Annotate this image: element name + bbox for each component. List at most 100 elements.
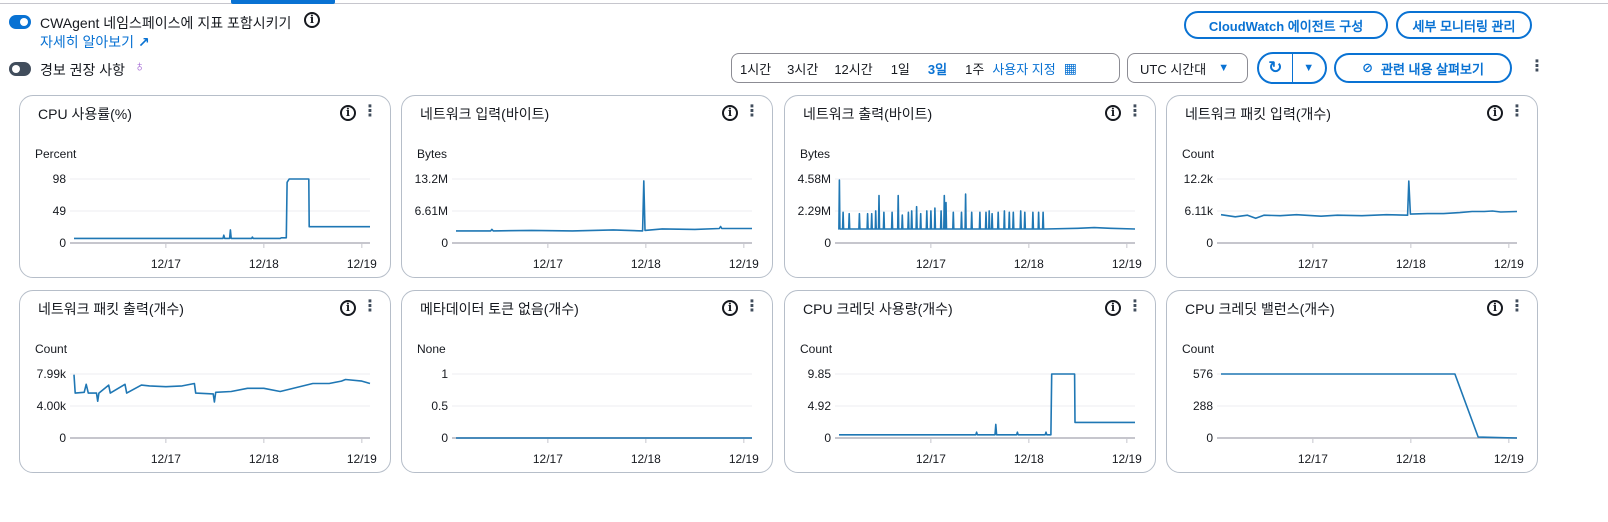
refresh-control: ↻ ▼: [1257, 52, 1327, 84]
range-1h[interactable]: 1시간: [740, 59, 771, 78]
cloudwatch-agent-config-button[interactable]: CloudWatch 에이전트 구성: [1184, 11, 1388, 39]
timezone-dropdown[interactable]: UTC 시간대 ▼: [1127, 53, 1248, 83]
x-tick-label: 12/18: [631, 452, 661, 466]
chart: 0 288 576 12/17 12/18 12/19: [1193, 367, 1524, 466]
x-tick-label: 12/19: [347, 452, 377, 466]
chart: 0 0.5 1 12/17 12/18 12/19: [431, 367, 759, 466]
y-tick-label: 0: [824, 236, 831, 250]
explore-related-button[interactable]: ⊘ 관련 내용 살펴보기: [1334, 53, 1512, 83]
y-tick-label: 4.92: [808, 399, 832, 413]
range-3d[interactable]: 3일: [928, 59, 947, 78]
caret-down-icon: ▼: [1303, 62, 1315, 74]
x-tick-label: 12/18: [249, 452, 279, 466]
x-tick-label: 12/17: [533, 257, 563, 271]
range-1d[interactable]: 1일: [891, 59, 910, 78]
x-tick-label: 12/19: [729, 257, 759, 271]
x-tick-label: 12/19: [347, 257, 377, 271]
series-line: [73, 374, 371, 403]
metric-widget: CPU 사용률(%) i ⋮ Percent 0 49 98 12/17 12/18 12/…: [19, 95, 391, 278]
alarm-recommendations-toggle[interactable]: [9, 62, 31, 76]
series-line: [838, 179, 1136, 230]
x-tick-label: 12/17: [533, 452, 563, 466]
y-tick-label: 0: [824, 431, 831, 445]
range-1w[interactable]: 1주: [965, 59, 984, 78]
x-tick-label: 12/18: [1014, 452, 1044, 466]
refresh-options-button[interactable]: ▼: [1293, 54, 1326, 82]
time-range-selector: 1시간 3시간 12시간 1일 3일 1주 사용자 지정 ▦: [731, 53, 1120, 83]
x-tick-label: 12/17: [151, 452, 181, 466]
chart: 0 6.11k 12.2k 12/17 12/18 12/19: [1184, 172, 1525, 271]
x-tick-label: 12/18: [1396, 452, 1426, 466]
y-tick-label: 288: [1193, 399, 1213, 413]
y-tick-label: 576: [1193, 367, 1213, 381]
external-link-icon: ↗: [137, 34, 150, 50]
x-tick-label: 12/19: [1112, 257, 1142, 271]
y-tick-label: 0.5: [431, 399, 448, 413]
chart: 0 4.00k 7.99k 12/17 12/18 12/19: [37, 367, 378, 466]
compass-icon: ⊘: [1362, 60, 1373, 75]
y-tick-label: 0: [1206, 236, 1213, 250]
explore-related-label: 관련 내용 살펴보기: [1381, 61, 1484, 77]
y-tick-label: 1: [441, 367, 448, 381]
x-tick-label: 12/18: [1014, 257, 1044, 271]
metric-widget: 네트워크 패킷 출력(개수) i ⋮ Count 0 4.00k 7.99k 12/17…: [19, 290, 391, 473]
x-tick-label: 12/19: [729, 452, 759, 466]
y-tick-label: 7.99k: [37, 367, 67, 381]
y-tick-label: 0: [441, 431, 448, 445]
y-tick-label: 49: [53, 204, 67, 218]
timezone-label: UTC 시간대: [1140, 61, 1207, 77]
x-tick-label: 12/17: [1298, 452, 1328, 466]
y-tick-label: 0: [441, 236, 448, 250]
metric-widget: 네트워크 입력(바이트) i ⋮ Bytes 0 6.61M 13.2M 12/17 12…: [401, 95, 773, 278]
y-tick-label: 6.61M: [415, 204, 448, 218]
detailed-monitoring-button[interactable]: 세부 모니터링 관리: [1396, 11, 1532, 39]
x-tick-label: 12/19: [1494, 257, 1524, 271]
y-tick-label: 98: [53, 172, 67, 186]
x-tick-label: 12/19: [1494, 452, 1524, 466]
x-tick-label: 12/18: [249, 257, 279, 271]
more-options-icon[interactable]: ⋮: [1529, 59, 1545, 75]
series-line: [1220, 180, 1518, 220]
chart: 0 6.61M 13.2M 12/17 12/18 12/19: [415, 172, 760, 271]
y-tick-label: 0: [59, 431, 66, 445]
y-tick-label: 0: [59, 236, 66, 250]
cwagent-toggle-label: CWAgent 네임스페이스에 지표 포함시키기: [40, 15, 292, 31]
chart: 0 4.92 9.85 12/17 12/18 12/19: [808, 367, 1143, 466]
custom-range[interactable]: 사용자 지정: [992, 59, 1055, 78]
calendar-icon[interactable]: ▦: [1064, 60, 1077, 77]
alarm-recommendations-label: 경보 권장 사항: [40, 62, 126, 78]
active-tab-indicator: [231, 0, 335, 4]
chart: 0 2.29M 4.58M 12/17 12/18 12/19: [798, 172, 1143, 271]
info-icon[interactable]: i: [304, 12, 320, 28]
metric-widget: 네트워크 출력(바이트) i ⋮ Bytes 0 2.29M 4.58M 12/17 12…: [784, 95, 1156, 278]
metric-widget: CPU 크레딧 사용량(개수) i ⋮ Count 0 4.92 9.85 12/17 1…: [784, 290, 1156, 473]
range-3h[interactable]: 3시간: [787, 59, 818, 78]
y-tick-label: 12.2k: [1184, 172, 1214, 186]
y-tick-label: 4.00k: [37, 399, 67, 413]
x-tick-label: 12/17: [916, 452, 946, 466]
y-tick-label: 9.85: [808, 367, 832, 381]
x-tick-label: 12/19: [1112, 452, 1142, 466]
caret-down-icon: ▼: [1218, 62, 1230, 74]
cwagent-toggle[interactable]: [9, 15, 31, 29]
refresh-icon: ↻: [1268, 58, 1283, 77]
x-tick-label: 12/17: [151, 257, 181, 271]
metric-widget: 메타데이터 토큰 없음(개수) i ⋮ None 0 0.5 1 12/17 12/18 1…: [401, 290, 773, 473]
learn-more-label: 자세히 알아보기: [40, 34, 135, 50]
chart: 0 49 98 12/17 12/18 12/19: [53, 172, 378, 271]
learn-more-link[interactable]: 자세히 알아보기 ↗: [40, 32, 150, 52]
y-tick-label: 13.2M: [415, 172, 448, 186]
refresh-button[interactable]: ↻: [1259, 54, 1293, 82]
y-tick-label: 0: [1206, 431, 1213, 445]
x-tick-label: 12/18: [631, 257, 661, 271]
range-12h[interactable]: 12시간: [834, 59, 872, 78]
metric-widget: CPU 크레딧 밸런스(개수) i ⋮ Count 0 288 576 12/17 12/…: [1166, 290, 1538, 473]
metric-widget: 네트워크 패킷 입력(개수) i ⋮ Count 0 6.11k 12.2k 12/17…: [1166, 95, 1538, 278]
series-line: [839, 373, 1135, 436]
y-tick-label: 6.11k: [1185, 204, 1214, 218]
x-tick-label: 12/17: [1298, 257, 1328, 271]
series-line: [74, 178, 370, 240]
lightbulb-icon: ♁: [134, 58, 146, 75]
x-tick-label: 12/17: [916, 257, 946, 271]
x-tick-label: 12/18: [1396, 257, 1426, 271]
